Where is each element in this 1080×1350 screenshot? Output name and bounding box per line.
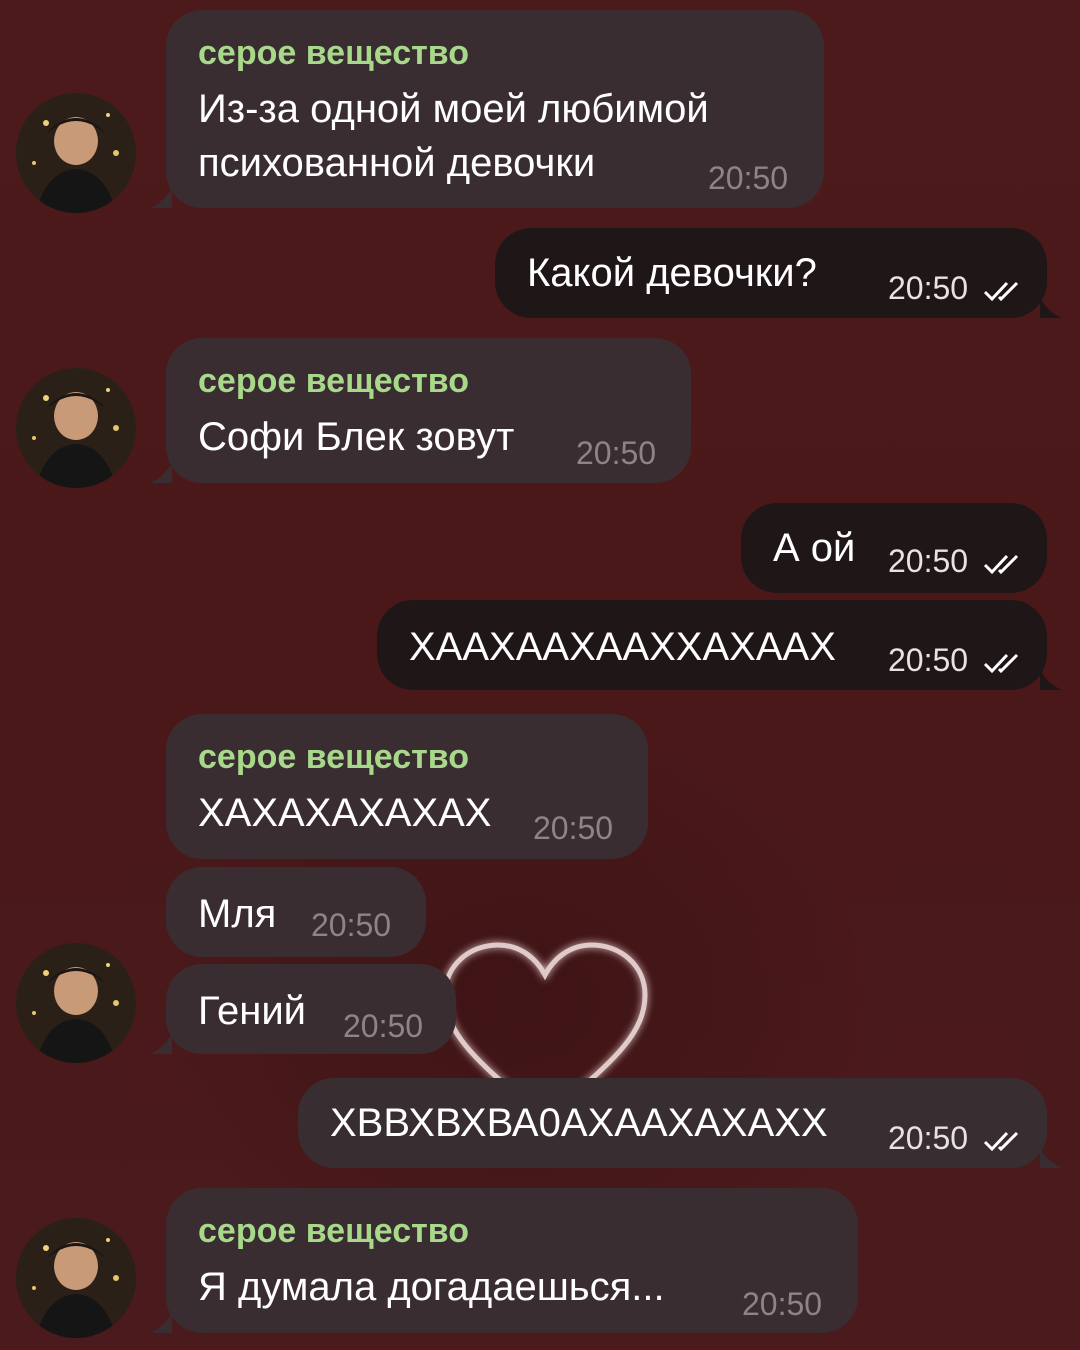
message-time: 20:50 bbox=[888, 270, 969, 306]
message-text: психованной девочки bbox=[198, 141, 596, 185]
message-text: Мля bbox=[198, 892, 277, 936]
sender-name[interactable]: серое вещество bbox=[198, 738, 469, 777]
message-time: 20:50 bbox=[708, 160, 789, 196]
message-bubble[interactable]: ХВВХВХВА0АХААХАХАХХ 20:50 bbox=[298, 1078, 1047, 1168]
sender-name[interactable]: серое вещество bbox=[198, 1212, 469, 1251]
message-bubble[interactable]: ХААХААХААХХАХААХ 20:50 bbox=[377, 600, 1047, 690]
message-text: ХВВХВХВА0АХААХАХАХХ bbox=[330, 1101, 828, 1145]
message-text: ХАХАХАХАХАХ bbox=[198, 791, 492, 835]
bubble-tail bbox=[150, 1313, 172, 1333]
read-check-icon bbox=[983, 281, 1019, 302]
bubble-tail bbox=[1040, 298, 1062, 318]
avatar[interactable] bbox=[16, 1218, 136, 1338]
message-time: 20:50 bbox=[742, 1286, 823, 1322]
message-bubble[interactable]: серое вещество ХАХАХАХАХАХ 20:50 bbox=[166, 714, 648, 859]
message-bubble[interactable]: серое вещество Из-за одной моей любимой … bbox=[166, 10, 824, 208]
message-time: 20:50 bbox=[888, 1120, 969, 1156]
message-bubble[interactable]: Гений 20:50 bbox=[166, 964, 456, 1054]
message-text: А ой bbox=[773, 526, 856, 570]
message-time: 20:50 bbox=[311, 907, 392, 943]
message-bubble[interactable]: А ой 20:50 bbox=[741, 503, 1047, 593]
message-text: Гений bbox=[198, 989, 307, 1033]
sender-name[interactable]: серое вещество bbox=[198, 362, 469, 401]
message-bubble[interactable]: Мля 20:50 bbox=[166, 867, 426, 957]
avatar[interactable] bbox=[16, 93, 136, 213]
bubble-tail bbox=[150, 463, 172, 483]
message-bubble[interactable]: серое вещество Я думала догадаешься... 2… bbox=[166, 1188, 858, 1333]
bubble-tail bbox=[1040, 1148, 1062, 1168]
message-time: 20:50 bbox=[343, 1008, 424, 1044]
read-check-icon bbox=[983, 1131, 1019, 1152]
avatar[interactable] bbox=[16, 368, 136, 488]
message-text: Софи Блек зовут bbox=[198, 415, 515, 459]
message-text: Я думала догадаешься... bbox=[198, 1265, 665, 1309]
message-time: 20:50 bbox=[576, 435, 657, 471]
message-bubble[interactable]: Какой девочки? 20:50 bbox=[495, 228, 1047, 318]
message-text: Из-за одной моей любимой bbox=[198, 87, 709, 131]
avatar[interactable] bbox=[16, 943, 136, 1063]
read-check-icon bbox=[983, 653, 1019, 674]
sender-name[interactable]: серое вещество bbox=[198, 34, 469, 73]
message-time: 20:50 bbox=[888, 543, 969, 579]
message-text: ХААХААХААХХАХААХ bbox=[409, 625, 836, 669]
read-check-icon bbox=[983, 554, 1019, 575]
message-text: Какой девочки? bbox=[527, 251, 817, 295]
message-time: 20:50 bbox=[533, 810, 614, 846]
bubble-tail bbox=[1040, 670, 1062, 690]
bubble-tail bbox=[150, 1034, 172, 1054]
bubble-tail bbox=[150, 188, 172, 208]
message-time: 20:50 bbox=[888, 642, 969, 678]
message-bubble[interactable]: серое вещество Софи Блек зовут 20:50 bbox=[166, 338, 691, 483]
